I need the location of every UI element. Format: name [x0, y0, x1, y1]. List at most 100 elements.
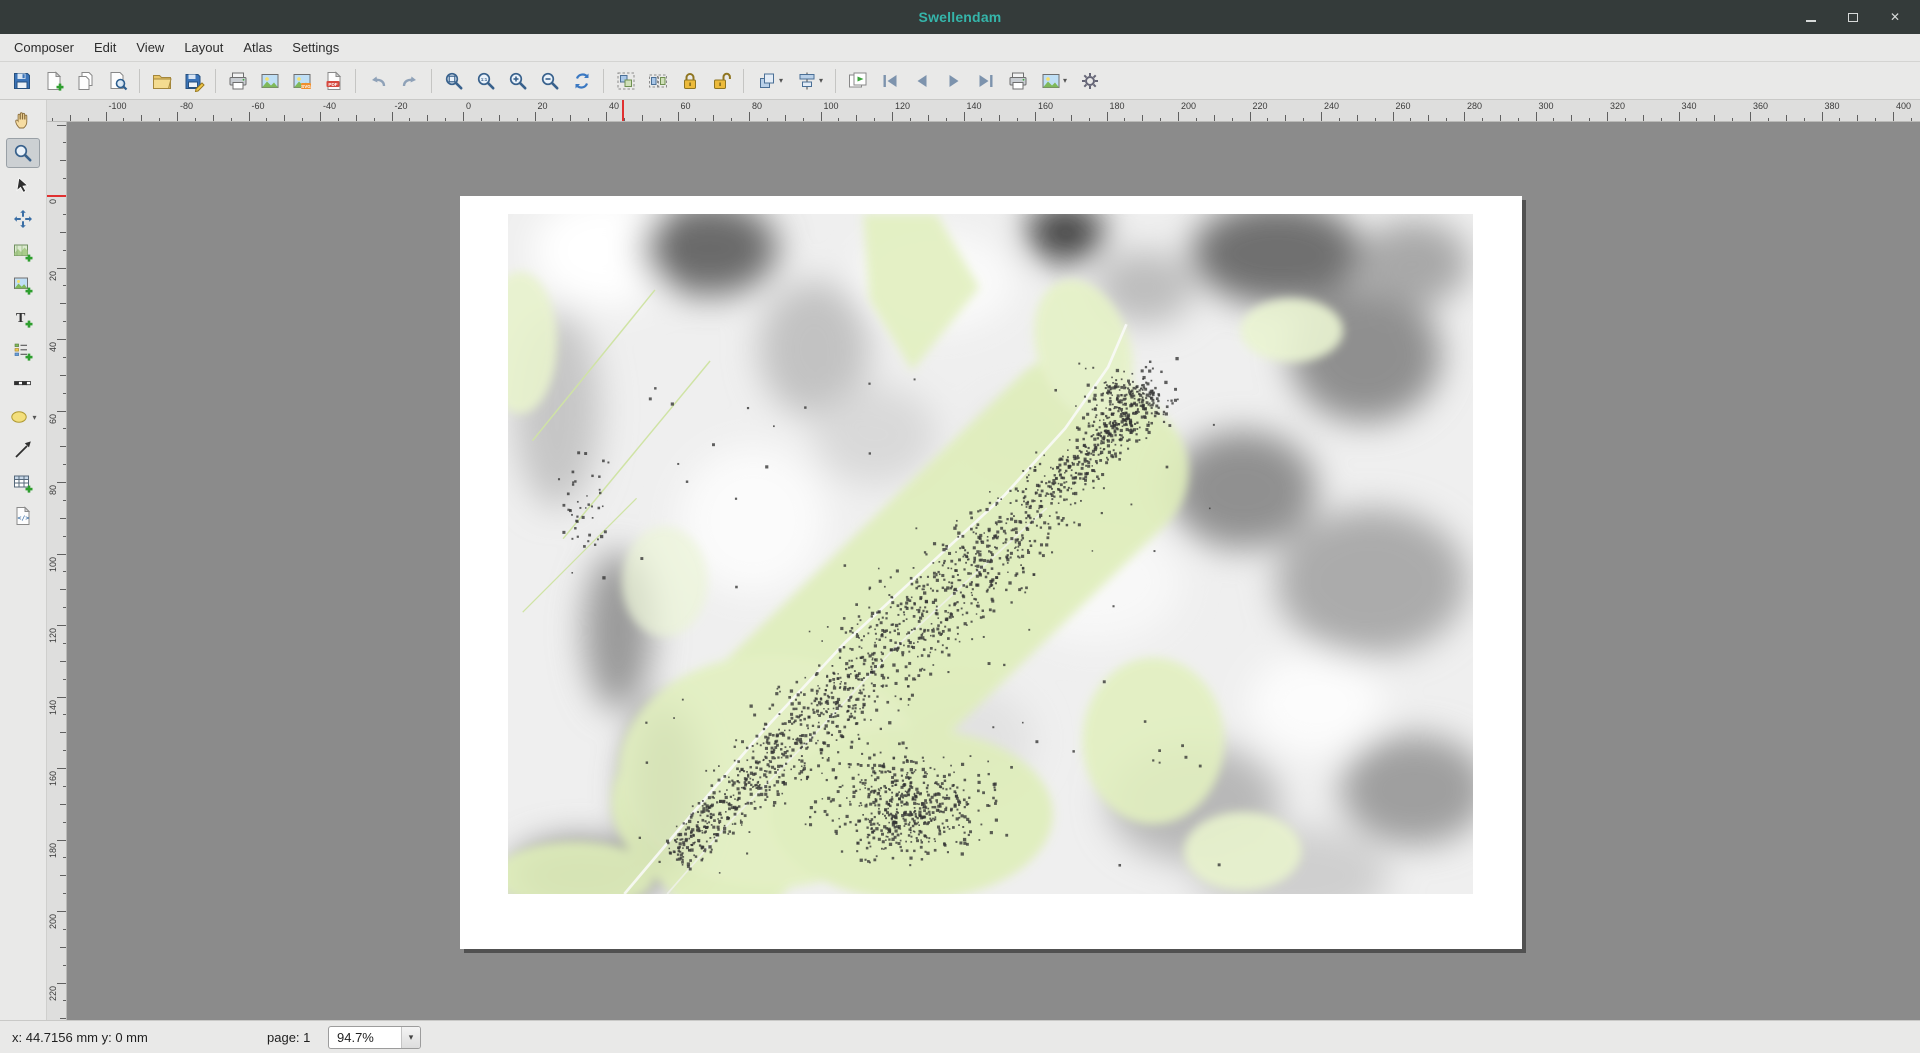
duplicate-composer-button[interactable] [70, 66, 101, 96]
zoom-in-button[interactable] [502, 66, 533, 96]
add-scalebar-tool-button[interactable] [6, 369, 40, 399]
ruler-tick [63, 857, 67, 858]
ruler-tick [266, 118, 267, 122]
menu-layout[interactable]: Layout [174, 35, 233, 60]
add-label-tool-button[interactable]: T [6, 303, 40, 333]
atlas-next-button[interactable] [938, 66, 969, 96]
add-map-tool-button[interactable] [6, 237, 40, 267]
save-template-button[interactable] [178, 66, 209, 96]
ruler-label: 120 [48, 628, 58, 643]
menu-settings[interactable]: Settings [282, 35, 349, 60]
unlock-items-button[interactable] [706, 66, 737, 96]
ungroup-items-icon [647, 70, 669, 92]
svg-text:SVG: SVG [301, 83, 311, 88]
ruler-tick [338, 118, 339, 122]
ruler-label: 300 [1539, 101, 1554, 111]
ruler-tick [785, 115, 786, 121]
window-title: Swellendam [0, 9, 1920, 25]
new-composer-button[interactable] [38, 66, 69, 96]
add-legend-tool-button[interactable] [6, 336, 40, 366]
load-template-button[interactable] [146, 66, 177, 96]
map-item[interactable] [508, 214, 1473, 894]
minimize-button[interactable] [1804, 10, 1818, 24]
zoom-value: 94.7% [329, 1030, 401, 1045]
composer-page[interactable] [460, 196, 1522, 949]
raise-items-button[interactable]: ▾ [750, 66, 789, 96]
zoom-level-select[interactable]: 94.7% ▾ [328, 1026, 421, 1049]
svg-text:</>: </> [18, 514, 30, 522]
add-shape-tool-button[interactable]: ▾ [6, 402, 40, 432]
ruler-tick [63, 428, 67, 429]
atlas-first-button[interactable] [874, 66, 905, 96]
export-image-button[interactable] [254, 66, 285, 96]
maximize-button[interactable] [1846, 10, 1860, 24]
add-html-frame-tool-button[interactable]: </> [6, 501, 40, 531]
export-svg-button[interactable]: SVG [286, 66, 317, 96]
export-atlas-button[interactable]: ▾ [1034, 66, 1073, 96]
ruler-tick [1750, 112, 1751, 121]
menu-atlas[interactable]: Atlas [233, 35, 282, 60]
print-button[interactable] [222, 66, 253, 96]
ruler-label: 160 [48, 771, 58, 786]
ruler-label: -60 [252, 101, 265, 111]
ruler-tick [63, 643, 67, 644]
ruler-tick [1804, 118, 1805, 122]
menu-view[interactable]: View [126, 35, 174, 60]
ruler-tick [1589, 118, 1590, 122]
menu-composer[interactable]: Composer [4, 35, 84, 60]
atlas-prev-button[interactable] [906, 66, 937, 96]
ruler-label: 400 [1896, 101, 1911, 111]
atlas-preview-icon [847, 70, 869, 92]
ruler-tick [57, 268, 66, 269]
ruler-tick [910, 118, 911, 122]
toolbar-separator [215, 69, 216, 93]
composer-toolbar: SVG PDF 1:1 ▾ ▾ ▾ [0, 62, 1920, 100]
add-image-tool-button[interactable] [6, 270, 40, 300]
item-toolbox: T ▾ </> [0, 100, 47, 1020]
ruler-tick [1839, 118, 1840, 122]
zoom-tool-button[interactable] [6, 138, 40, 168]
ruler-label: -100 [109, 101, 127, 111]
close-button[interactable]: ✕ [1888, 10, 1902, 24]
atlas-last-button[interactable] [970, 66, 1001, 96]
lock-items-button[interactable] [674, 66, 705, 96]
ruler-tick [60, 232, 66, 233]
redo-button[interactable] [394, 66, 425, 96]
select-move-item-tool-button[interactable] [6, 171, 40, 201]
save-project-button[interactable] [6, 66, 37, 96]
add-attribute-table-icon [12, 472, 34, 494]
group-items-button[interactable] [610, 66, 641, 96]
menu-edit[interactable]: Edit [84, 35, 126, 60]
ruler-tick [1857, 115, 1858, 121]
zoom-actual-button[interactable]: 1:1 [470, 66, 501, 96]
ruler-label: 180 [1110, 101, 1125, 111]
composer-manager-button[interactable] [102, 66, 133, 96]
chevron-down-icon: ▾ [779, 76, 783, 85]
refresh-button[interactable] [566, 66, 597, 96]
atlas-preview-button[interactable] [842, 66, 873, 96]
zoom-full-button[interactable] [438, 66, 469, 96]
export-atlas-icon [1040, 70, 1062, 92]
ruler-label: 220 [48, 986, 58, 1001]
ruler-tick [409, 118, 410, 122]
ruler-tick [177, 112, 178, 121]
atlas-next-icon [943, 70, 965, 92]
add-attribute-table-tool-button[interactable] [6, 468, 40, 498]
pan-tool-button[interactable] [6, 105, 40, 135]
print-atlas-button[interactable] [1002, 66, 1033, 96]
ruler-tick [141, 115, 142, 121]
ruler-tick [1482, 118, 1483, 122]
ungroup-items-button[interactable] [642, 66, 673, 96]
ruler-tick [856, 115, 857, 121]
export-pdf-button[interactable]: PDF [318, 66, 349, 96]
align-items-button[interactable]: ▾ [790, 66, 829, 96]
undo-button[interactable] [362, 66, 393, 96]
move-item-content-tool-button[interactable] [6, 204, 40, 234]
zoom-out-icon [539, 70, 561, 92]
move-item-content-icon [12, 208, 34, 230]
composer-canvas[interactable] [67, 122, 1920, 1020]
redo-icon [399, 70, 421, 92]
add-arrow-tool-button[interactable] [6, 435, 40, 465]
zoom-out-button[interactable] [534, 66, 565, 96]
atlas-settings-button[interactable] [1074, 66, 1105, 96]
